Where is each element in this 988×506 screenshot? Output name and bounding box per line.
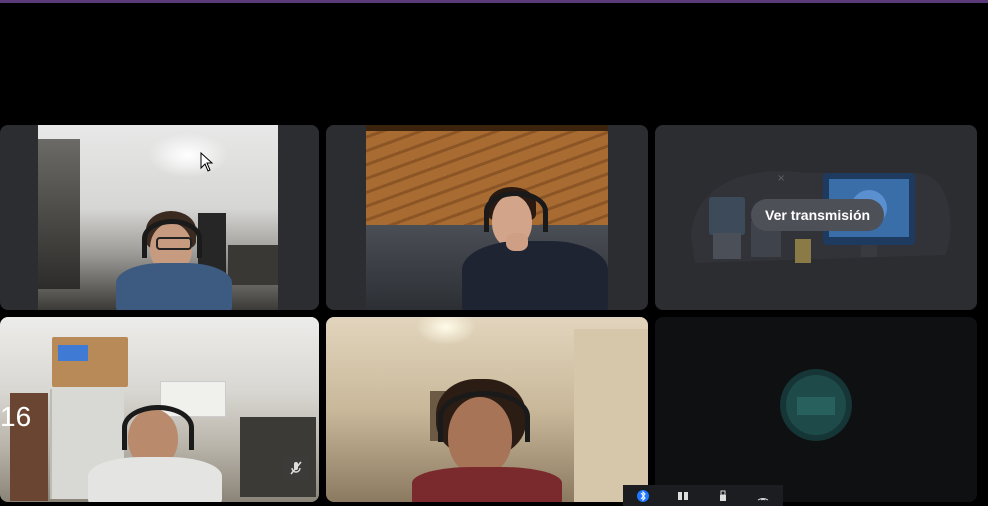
participant-video-feed [366,125,608,310]
participant-video-tile-5[interactable] [326,317,648,502]
cursor-icon [200,151,214,177]
server-avatar-icon [780,369,852,441]
bluetooth-icon[interactable] [636,489,650,503]
stream-preview-tile[interactable]: × Ver transmisión [655,125,977,310]
usb-icon[interactable] [716,489,730,503]
participant-tile-empty[interactable] [655,317,977,502]
network-icon[interactable] [676,489,690,503]
muted-microphone-icon[interactable] [282,454,310,482]
wifi-icon[interactable] [756,489,770,503]
participant-video-tile-1[interactable] [0,125,319,310]
participant-video-feed [38,125,278,310]
watch-stream-button[interactable]: Ver transmisión [751,199,885,231]
participant-video-feed [0,317,319,502]
participant-video-tile-4[interactable] [0,317,319,502]
participant-video-feed [326,317,648,502]
participant-number-label: 16 [0,401,32,432]
system-tray [623,485,783,506]
participant-video-tile-2[interactable] [326,125,648,310]
svg-text:×: × [777,173,785,184]
